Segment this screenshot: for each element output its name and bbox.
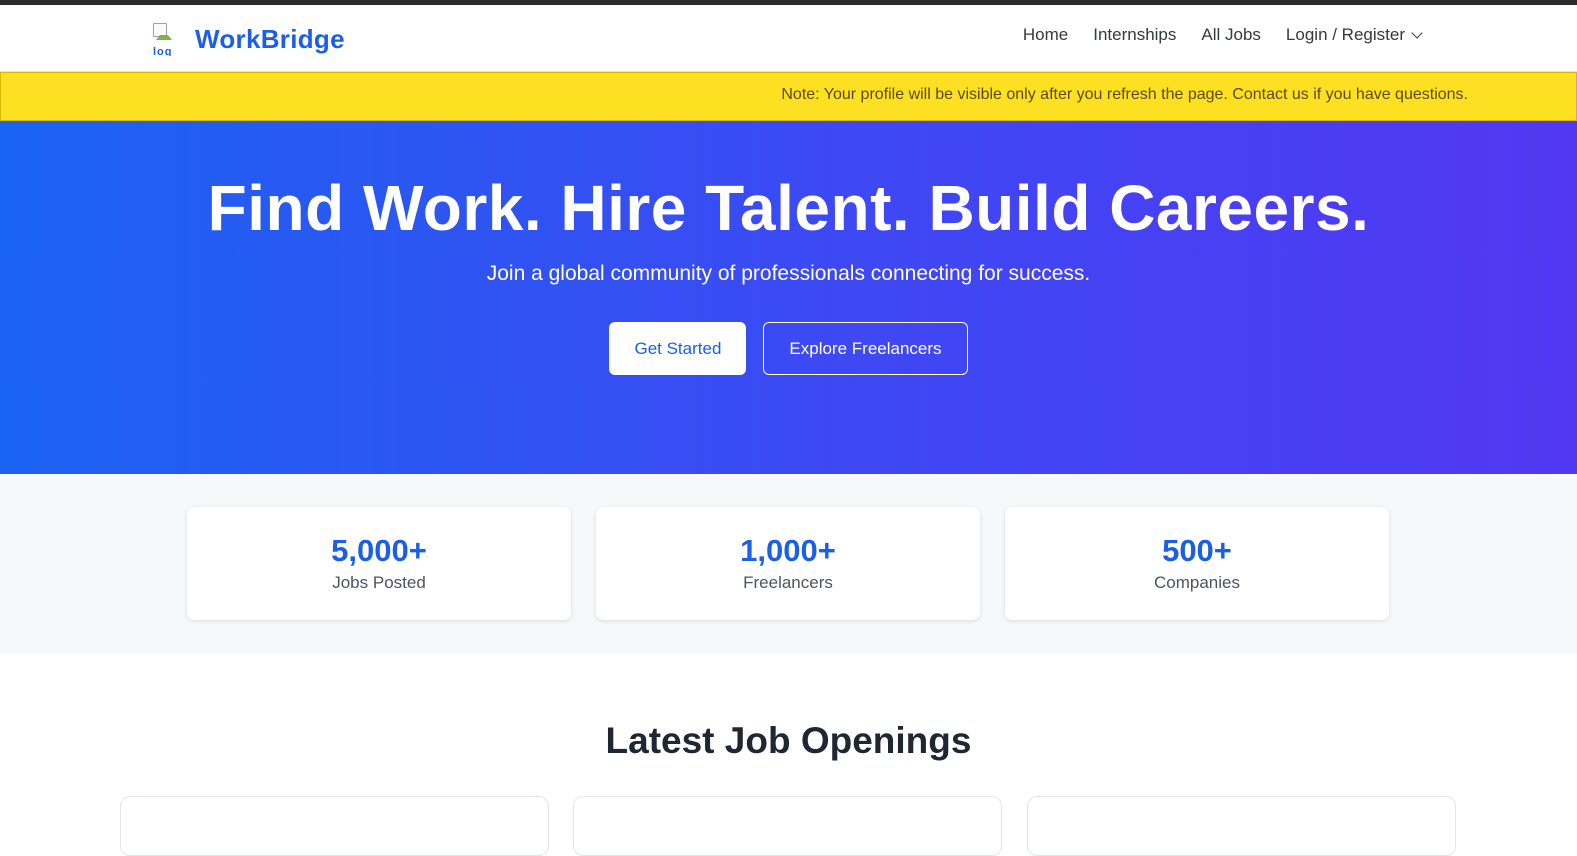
stat-card-companies: 500+ Companies (1005, 507, 1389, 620)
job-card[interactable] (120, 796, 549, 856)
hero-subtitle: Join a global community of professionals… (486, 262, 1091, 285)
nav-home[interactable]: Home (1023, 25, 1068, 45)
stat-label: Jobs Posted (332, 573, 426, 592)
brand-link[interactable]: log WorkBridge (153, 22, 345, 56)
nav-login-register-dropdown[interactable]: Login / Register (1285, 25, 1423, 45)
stats-section: 5,000+ Jobs Posted 1,000+ Freelancers 50… (0, 474, 1577, 654)
hero-section: Find Work. Hire Talent. Build Careers. J… (0, 121, 1577, 474)
brand-name: WorkBridge (195, 23, 345, 54)
nav-login-register-label: Login / Register (1285, 25, 1405, 44)
navbar: log WorkBridge Home Internships All Jobs… (0, 5, 1577, 72)
notice-text: Note: Your profile will be visible only … (781, 86, 1468, 103)
logo-alt-text: log (153, 47, 173, 56)
stat-value: 5,000+ (331, 533, 427, 568)
job-card[interactable] (1027, 796, 1456, 856)
nav-internships[interactable]: Internships (1093, 25, 1176, 45)
image-placeholder-icon (153, 23, 172, 40)
stat-label: Companies (1154, 573, 1240, 592)
hero-title: Find Work. Hire Talent. Build Careers. (207, 172, 1370, 244)
chevron-down-icon (1411, 26, 1423, 39)
nav-all-jobs[interactable]: All Jobs (1201, 25, 1261, 45)
explore-freelancers-button[interactable]: Explore Freelancers (763, 322, 968, 375)
stat-value: 500+ (1162, 533, 1232, 568)
latest-jobs-title: Latest Job Openings (605, 720, 972, 761)
nav-links: Home Internships All Jobs Login / Regist… (998, 25, 1423, 45)
stat-card-freelancers: 1,000+ Freelancers (596, 507, 980, 620)
stat-card-jobs: 5,000+ Jobs Posted (187, 507, 571, 620)
stat-value: 1,000+ (740, 533, 836, 568)
stat-label: Freelancers (743, 573, 833, 592)
get-started-button[interactable]: Get Started (609, 322, 747, 375)
notice-banner: Note: Your profile will be visible only … (0, 72, 1577, 121)
hero-actions: Get Started Explore Freelancers (0, 322, 1577, 375)
broken-image-logo-icon: log (153, 23, 187, 56)
job-card[interactable] (573, 796, 1002, 856)
